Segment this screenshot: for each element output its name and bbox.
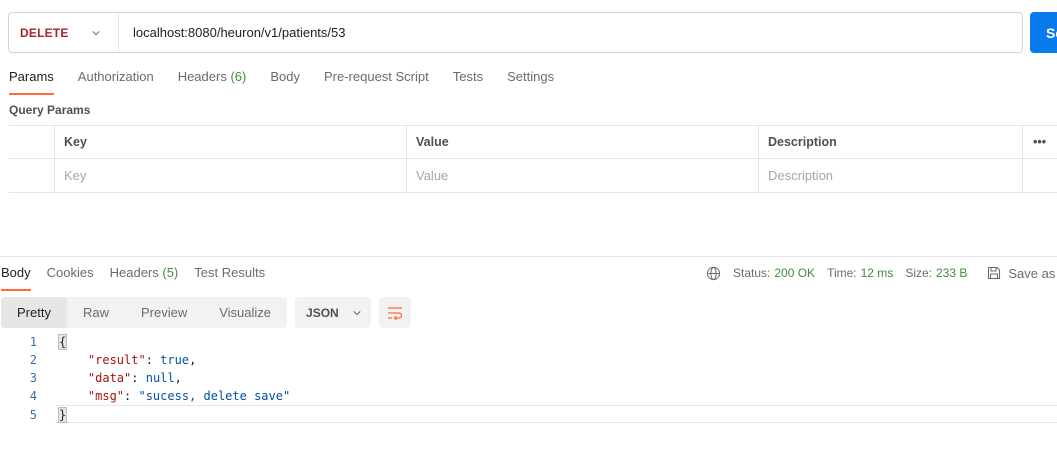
wrap-lines-icon [388, 306, 403, 320]
line-number: 3 [29, 371, 37, 385]
code-line: 2 "result": true, [0, 351, 1057, 369]
json-key: "result" [87, 353, 146, 367]
code-brace: { [57, 334, 68, 350]
json-value: "sucess, delete save" [138, 389, 291, 403]
more-options-icon[interactable]: ••• [1022, 126, 1057, 158]
size-value[interactable]: 233 B [936, 266, 967, 280]
line-number: 5 [29, 408, 37, 422]
table-row: Key Value Description [9, 159, 1057, 192]
tab-authorization[interactable]: Authorization [78, 62, 154, 94]
tab-label: Body [270, 69, 300, 84]
json-value: null [145, 371, 175, 385]
url-input[interactable] [119, 13, 1022, 52]
tab-body[interactable]: Body [270, 62, 300, 94]
tab-cookies[interactable]: Cookies [47, 260, 94, 290]
request-tabs: Params Authorization Headers (6) Body Pr… [9, 62, 578, 95]
pane-divider[interactable] [0, 256, 1057, 257]
tab-label: Authorization [77, 69, 154, 84]
method-select[interactable]: DELETE [9, 13, 119, 52]
tab-response-body[interactable]: Body [1, 260, 31, 291]
json-key: "msg" [87, 389, 125, 403]
view-mode-segmented: Pretty Raw Preview Visualize [1, 297, 288, 328]
format-select[interactable]: JSON [295, 297, 372, 328]
request-url-bar: DELETE [8, 12, 1023, 53]
tab-headers[interactable]: Headers (6) [178, 62, 247, 94]
status-value[interactable]: 200 OK [774, 266, 815, 280]
tab-pre-request-script[interactable]: Pre-request Script [324, 62, 429, 94]
line-number: 2 [29, 353, 37, 367]
tab-test-results[interactable]: Test Results [194, 260, 265, 290]
time-label: Time: [827, 266, 857, 280]
row-checkbox [9, 159, 54, 192]
column-key: Key [54, 126, 406, 158]
column-description: Description [758, 126, 1022, 158]
json-key: "data" [87, 371, 132, 385]
line-number: 4 [29, 389, 37, 403]
tab-params[interactable]: Params [9, 62, 54, 95]
key-input[interactable]: Key [54, 159, 406, 192]
code-line: 3 "data": null, [0, 369, 1057, 387]
chevron-down-icon [353, 310, 361, 315]
time-value[interactable]: 12 ms [861, 266, 894, 280]
response-body-code[interactable]: 1 { 2 "result": true, 3 "data": null, 4 … [0, 333, 1057, 423]
view-visualize[interactable]: Visualize [203, 297, 287, 328]
view-pretty[interactable]: Pretty [1, 297, 67, 328]
tab-label: Pre-request Script [323, 69, 429, 84]
tab-label: Test Results [194, 265, 266, 280]
tab-label: Headers [109, 265, 159, 280]
json-punct: , [174, 371, 182, 385]
column-value: Value [406, 126, 758, 158]
json-value: true [160, 353, 190, 367]
send-button-label: Send [1046, 24, 1057, 41]
tab-settings[interactable]: Settings [507, 62, 554, 94]
row-spacer [1022, 159, 1057, 192]
code-brace: } [57, 407, 68, 423]
tab-label: Body [1, 265, 31, 280]
tab-tests[interactable]: Tests [453, 62, 483, 94]
value-input[interactable]: Value [406, 159, 758, 192]
format-select-label: JSON [306, 305, 339, 320]
code-line-current: 5 } [30, 405, 1057, 423]
send-button[interactable]: Send [1030, 12, 1057, 53]
code-line: 4 "msg": "sucess, delete save" [0, 387, 1057, 405]
view-raw[interactable]: Raw [67, 297, 125, 328]
save-as-example-button[interactable]: Save as E [1008, 266, 1057, 281]
tab-label: Headers [177, 69, 227, 84]
method-label: DELETE [20, 25, 69, 40]
chevron-down-icon [92, 30, 100, 35]
line-number: 1 [29, 335, 37, 349]
save-icon[interactable] [987, 266, 1001, 280]
status-label: Status: [733, 266, 771, 280]
code-line: 1 { [0, 333, 1057, 351]
checkbox-column [9, 126, 54, 158]
wrap-lines-button[interactable] [379, 297, 412, 328]
tab-label: Cookies [46, 265, 94, 280]
size-label: Size: [905, 266, 932, 280]
view-preview[interactable]: Preview [125, 297, 203, 328]
tab-count: (5) [162, 265, 179, 280]
tab-label: Settings [507, 69, 555, 84]
response-tabs: Body Cookies Headers (5) Test Results [1, 260, 281, 291]
query-params-title: Query Params [9, 103, 91, 117]
description-input[interactable]: Description [758, 159, 1022, 192]
tab-count: (6) [230, 69, 247, 84]
response-format-toolbar: Pretty Raw Preview Visualize JSON [1, 297, 412, 328]
tab-label: Params [9, 69, 54, 84]
table-header-row: Key Value Description ••• [9, 126, 1057, 159]
tab-label: Tests [452, 69, 484, 84]
json-punct: , [189, 353, 197, 367]
response-status-bar: Status: 200 OK Time: 12 ms Size: 233 B S… [706, 263, 1057, 283]
globe-icon[interactable] [706, 266, 721, 281]
tab-response-headers[interactable]: Headers (5) [110, 260, 179, 290]
query-params-table: Key Value Description ••• Key Value Desc… [9, 125, 1057, 193]
